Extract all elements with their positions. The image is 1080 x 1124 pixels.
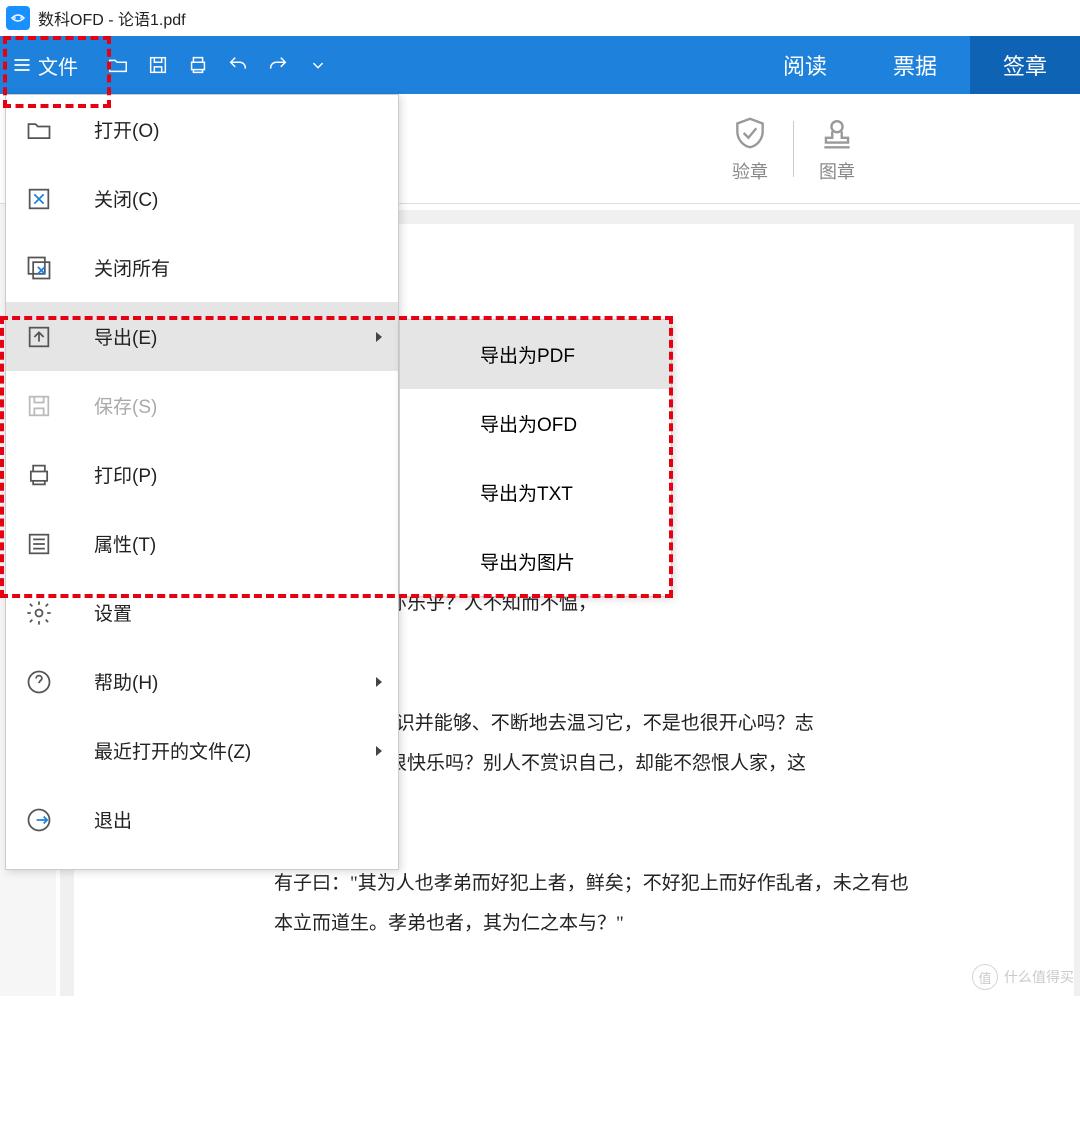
watermark-icon: 值 (972, 964, 998, 990)
print-icon[interactable] (180, 47, 216, 83)
export-txt[interactable]: 导出为TXT (400, 458, 671, 527)
watermark: 值 什么值得买 (972, 964, 1074, 990)
stamp-icon (818, 114, 856, 152)
toolbar-quick-icons (94, 36, 336, 94)
folder-icon (24, 115, 54, 145)
mode-tabs: 阅读 票据 签章 (750, 36, 1080, 94)
stamp-label: 图章 (819, 158, 855, 184)
menu-open[interactable]: 打开(O) (6, 95, 398, 164)
file-menu-dropdown: 打开(O) 关闭(C) 关闭所有 导出(E) 保存(S) 打印(P) 属性(T)… (5, 94, 399, 870)
menu-help[interactable]: 帮助(H) (6, 647, 398, 716)
menu-settings[interactable]: 设置 (6, 578, 398, 647)
doc-paragraph: 有子曰："其为人也孝弟而好犯上者，鲜矣；不好犯上而好作乱者，未之有也 本立而道生… (274, 864, 1024, 944)
print-icon (24, 460, 54, 490)
verify-label: 验章 (732, 158, 768, 184)
menu-print[interactable]: 打印(P) (6, 440, 398, 509)
save-icon[interactable] (140, 47, 176, 83)
undo-icon[interactable] (220, 47, 256, 83)
export-image[interactable]: 导出为图片 (400, 527, 671, 596)
properties-icon (24, 529, 54, 559)
tab-invoice[interactable]: 票据 (860, 36, 970, 94)
file-menu-button[interactable]: 文件 (0, 36, 94, 94)
app-icon (6, 6, 30, 30)
menu-close[interactable]: 关闭(C) (6, 164, 398, 233)
chevron-right-icon (376, 677, 382, 687)
watermark-text: 什么值得买 (1004, 967, 1074, 987)
window-title: 数科OFD - 论语1.pdf (38, 6, 186, 30)
menu-close-all[interactable]: 关闭所有 (6, 233, 398, 302)
titlebar: 数科OFD - 论语1.pdf (0, 0, 1080, 36)
shield-check-icon (731, 114, 769, 152)
main-toolbar: 文件 阅读 票据 签章 (0, 36, 1080, 94)
dropdown-icon[interactable] (300, 47, 336, 83)
export-ofd[interactable]: 导出为OFD (400, 389, 671, 458)
redo-icon[interactable] (260, 47, 296, 83)
export-submenu: 导出为PDF 导出为OFD 导出为TXT 导出为图片 (399, 319, 672, 597)
hamburger-icon (12, 55, 32, 75)
menu-export[interactable]: 导出(E) (6, 302, 398, 371)
menu-properties[interactable]: 属性(T) (6, 509, 398, 578)
close-file-icon (24, 184, 54, 214)
help-icon (24, 667, 54, 697)
tab-read[interactable]: 阅读 (750, 36, 860, 94)
export-pdf[interactable]: 导出为PDF (400, 320, 671, 389)
menu-exit[interactable]: 退出 (6, 785, 398, 854)
file-menu-label: 文件 (38, 51, 78, 80)
exit-icon (24, 805, 54, 835)
chevron-right-icon (376, 746, 382, 756)
export-icon (24, 322, 54, 352)
save-icon (24, 391, 54, 421)
tab-sign[interactable]: 签章 (970, 36, 1080, 94)
close-all-icon (24, 253, 54, 283)
open-icon[interactable] (100, 47, 136, 83)
menu-recent[interactable]: 最近打开的文件(Z) (6, 716, 398, 785)
menu-save: 保存(S) (6, 371, 398, 440)
stamp-button[interactable]: 图章 (794, 114, 880, 184)
gear-icon (24, 598, 54, 628)
chevron-right-icon (376, 332, 382, 342)
verify-seal-button[interactable]: 验章 (707, 114, 793, 184)
